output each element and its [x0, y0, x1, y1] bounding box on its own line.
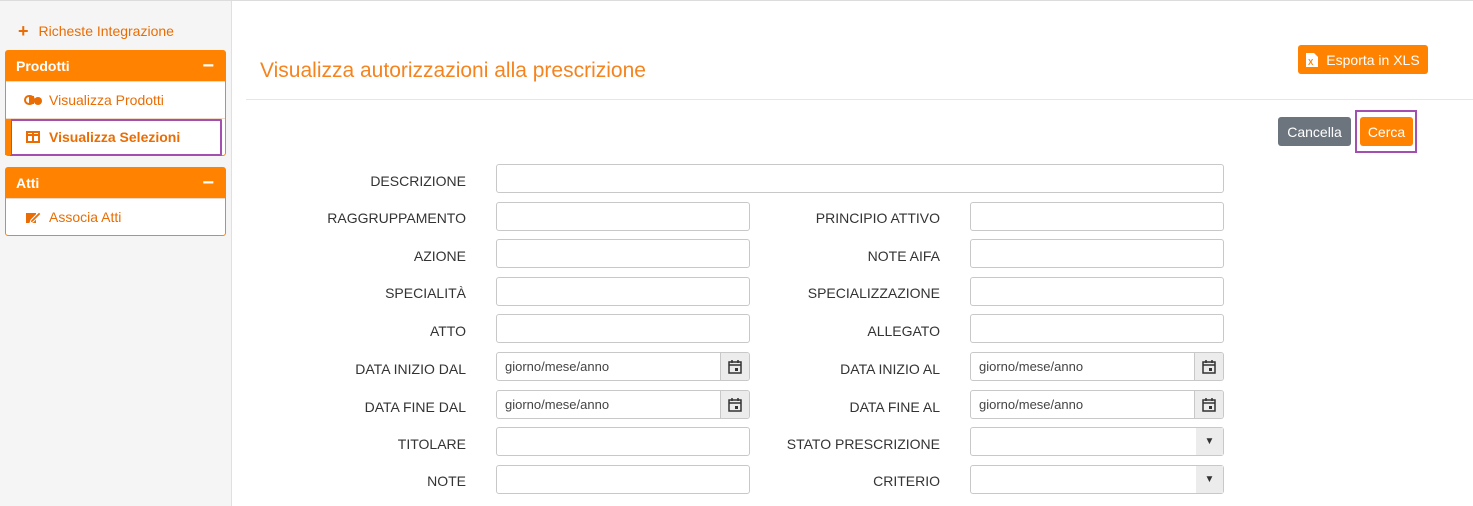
- label-note-aifa: NOTE AIFA: [867, 248, 940, 264]
- label-specialita: SPECIALITÀ: [385, 285, 466, 301]
- edit-document-icon: [24, 210, 42, 224]
- calendar-icon[interactable]: [1194, 391, 1223, 418]
- descrizione-input[interactable]: [496, 164, 1224, 193]
- azione-input[interactable]: [496, 239, 750, 268]
- label-stato-prescrizione: STATO PRESCRIZIONE: [786, 436, 940, 452]
- label-titolare: TITOLARE: [397, 436, 466, 452]
- sidebar-item-visualizza-prodotti[interactable]: Visualizza Prodotti: [6, 81, 225, 118]
- specializzazione-input[interactable]: [970, 277, 1224, 306]
- titolare-input[interactable]: [496, 427, 750, 456]
- sidebar-item-visualizza-selezioni-row: Visualizza Selezioni: [5, 118, 225, 156]
- sidebar-item-visualizza-selezioni[interactable]: Visualizza Selezioni: [10, 118, 222, 156]
- data-fine-dal-input[interactable]: giorno/mese/anno: [496, 390, 750, 419]
- label-raggruppamento: RAGGRUPPAMENTO: [327, 210, 466, 226]
- label-note: NOTE: [427, 473, 466, 489]
- label-principio-attivo: PRINCIPIO ATTIVO: [815, 210, 940, 226]
- note-aifa-input[interactable]: [970, 239, 1224, 268]
- sidebar-item-label: Visualizza Prodotti: [49, 92, 164, 108]
- table-columns-icon: [24, 130, 42, 144]
- sidebar: + Richeste Integrazione Prodotti − Visua…: [0, 1, 232, 506]
- page-title: Visualizza autorizzazioni alla prescrizi…: [260, 59, 646, 82]
- criterio-select[interactable]: ▼: [970, 465, 1224, 494]
- plus-icon: +: [18, 21, 29, 41]
- chevron-down-icon: ▼: [1196, 428, 1223, 455]
- atto-input[interactable]: [496, 314, 750, 343]
- label-data-fine-al: DATA FINE AL: [849, 399, 940, 415]
- sidebar-link-richeste-integrazione[interactable]: + Richeste Integrazione: [18, 21, 174, 41]
- title-divider: [246, 99, 1473, 100]
- pills-icon: [24, 93, 42, 107]
- collapse-icon[interactable]: −: [202, 173, 214, 193]
- date-placeholder: giorno/mese/anno: [979, 359, 1084, 374]
- excel-file-icon: X: [1306, 52, 1319, 67]
- label-data-inizio-dal: DATA INIZIO DAL: [355, 361, 466, 377]
- svg-text:X: X: [1308, 58, 1314, 67]
- label-allegato: ALLEGATO: [867, 323, 940, 339]
- calendar-icon[interactable]: [1194, 353, 1223, 380]
- panel-prodotti: Prodotti − Visualizza Prodotti Visualizz…: [5, 50, 226, 156]
- raggruppamento-input[interactable]: [496, 202, 750, 231]
- panel-title: Prodotti: [16, 58, 70, 74]
- data-inizio-al-input[interactable]: giorno/mese/anno: [970, 352, 1224, 381]
- panel-title: Atti: [16, 175, 40, 191]
- panel-atti: Atti − Associa Atti: [5, 167, 226, 236]
- export-label: Esporta in XLS: [1326, 51, 1420, 68]
- panel-header-atti[interactable]: Atti −: [6, 168, 225, 198]
- panel-header-prodotti[interactable]: Prodotti −: [6, 51, 225, 81]
- allegato-input[interactable]: [970, 314, 1224, 343]
- cancel-button[interactable]: Cancella: [1278, 117, 1351, 146]
- date-placeholder: giorno/mese/anno: [979, 397, 1084, 412]
- stato-prescrizione-select[interactable]: ▼: [970, 427, 1224, 456]
- principio-attivo-input[interactable]: [970, 202, 1224, 231]
- label-atto: ATTO: [429, 323, 466, 339]
- label-specializzazione: SPECIALIZZAZIONE: [807, 285, 940, 301]
- data-inizio-dal-input[interactable]: giorno/mese/anno: [496, 352, 750, 381]
- collapse-icon[interactable]: −: [202, 56, 214, 76]
- sidebar-link-label: Richeste Integrazione: [38, 23, 174, 39]
- search-button[interactable]: Cerca: [1360, 117, 1413, 146]
- specialita-input[interactable]: [496, 277, 750, 306]
- label-data-inizio-al: DATA INIZIO AL: [840, 361, 940, 377]
- date-placeholder: giorno/mese/anno: [505, 359, 610, 374]
- sidebar-item-label: Associa Atti: [49, 209, 122, 225]
- sidebar-item-label: Visualizza Selezioni: [49, 129, 181, 145]
- label-criterio: CRITERIO: [873, 473, 940, 489]
- data-fine-al-input[interactable]: giorno/mese/anno: [970, 390, 1224, 419]
- export-xls-button[interactable]: X Esporta in XLS: [1298, 45, 1428, 74]
- active-indicator: [5, 119, 11, 155]
- label-data-fine-dal: DATA FINE DAL: [364, 399, 466, 415]
- label-descrizione: DESCRIZIONE: [370, 173, 466, 189]
- date-placeholder: giorno/mese/anno: [505, 397, 610, 412]
- chevron-down-icon: ▼: [1196, 466, 1223, 493]
- note-input[interactable]: [496, 465, 750, 494]
- sidebar-item-associa-atti[interactable]: Associa Atti: [6, 198, 225, 235]
- label-azione: AZIONE: [413, 248, 466, 264]
